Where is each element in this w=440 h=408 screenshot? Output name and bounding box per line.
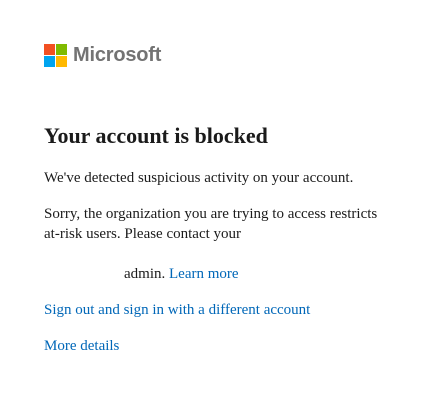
admin-line: admin. Learn more	[44, 264, 396, 284]
microsoft-logo-icon	[44, 43, 67, 67]
suspicious-activity-message: We've detected suspicious activity on yo…	[44, 170, 354, 186]
more-details-link[interactable]: More details	[44, 336, 396, 356]
admin-text: admin.	[124, 266, 166, 282]
logo-yellow-square	[56, 55, 67, 67]
learn-more-link[interactable]: Learn more	[169, 266, 239, 282]
restriction-message: Sorry, the organization you are trying t…	[44, 206, 378, 242]
logo-green-square	[56, 43, 67, 55]
sign-out-link[interactable]: Sign out and sign in with a different ac…	[44, 300, 396, 320]
brand-header: Microsoft	[44, 43, 396, 67]
logo-blue-square	[44, 55, 55, 67]
error-card: Microsoft Your account is blocked We've …	[44, 43, 396, 356]
page-title: Your account is blocked	[44, 123, 268, 148]
brand-wordmark: Microsoft	[73, 43, 162, 66]
logo-red-square	[44, 43, 55, 55]
